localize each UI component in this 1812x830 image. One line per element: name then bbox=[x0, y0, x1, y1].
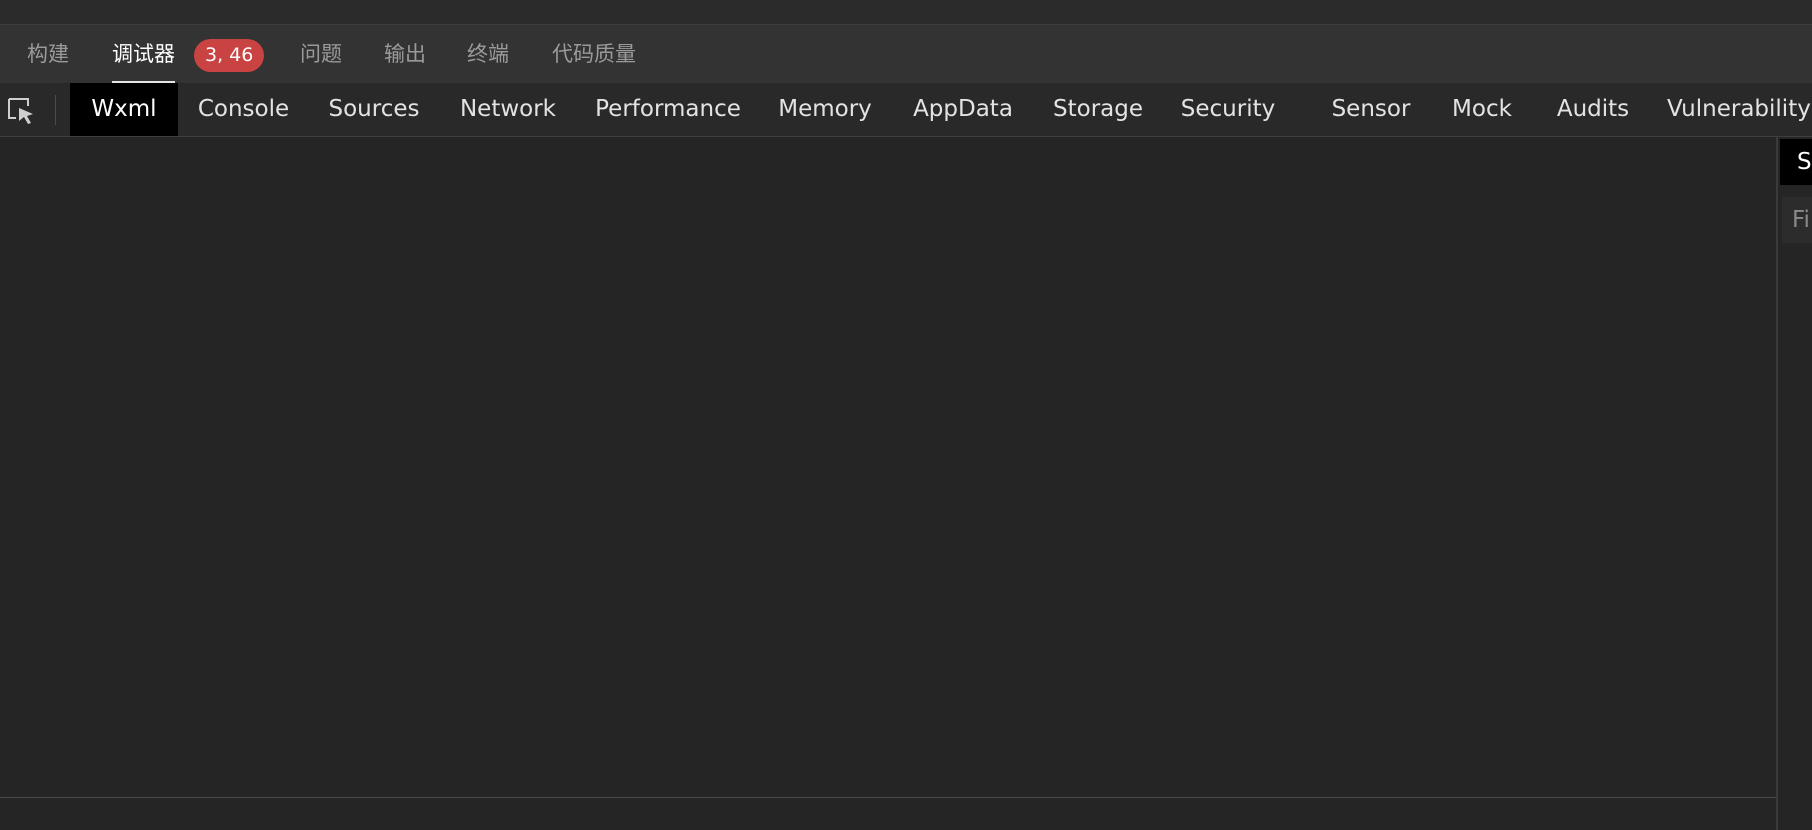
tab-network[interactable]: Network bbox=[455, 83, 561, 136]
wxml-panel bbox=[0, 137, 1776, 798]
tab-debugger[interactable]: 调试器 bbox=[112, 25, 175, 83]
tab-wxml[interactable]: Wxml bbox=[70, 83, 178, 136]
styles-side-pane: St Fi bbox=[1776, 137, 1812, 830]
panel-tab-bar: 构建 调试器 3, 46 问题 输出 终端 代码质量 bbox=[0, 25, 1812, 83]
tab-sources[interactable]: Sources bbox=[318, 83, 430, 136]
tab-code-quality[interactable]: 代码质量 bbox=[552, 25, 636, 83]
tab-sensor[interactable]: Sensor bbox=[1330, 83, 1412, 136]
tab-console[interactable]: Console bbox=[190, 83, 297, 136]
devtools-tab-bar: Wxml Console Sources Network Performance… bbox=[0, 83, 1812, 137]
tab-vulnerability[interactable]: Vulnerability bbox=[1667, 83, 1812, 136]
tab-storage[interactable]: Storage bbox=[1051, 83, 1145, 136]
tab-audits[interactable]: Audits bbox=[1554, 83, 1632, 136]
bottom-breadcrumb-bar bbox=[0, 798, 1776, 830]
tab-memory[interactable]: Memory bbox=[772, 83, 878, 136]
tab-mock[interactable]: Mock bbox=[1449, 83, 1515, 136]
tab-terminal[interactable]: 终端 bbox=[467, 25, 509, 83]
styles-filter-input[interactable]: Fi bbox=[1782, 197, 1812, 243]
tab-output[interactable]: 输出 bbox=[384, 25, 426, 83]
tab-security[interactable]: Security bbox=[1178, 83, 1278, 136]
tab-problems[interactable]: 问题 bbox=[300, 25, 342, 83]
title-strip bbox=[0, 0, 1812, 25]
tab-styles[interactable]: St bbox=[1780, 139, 1812, 185]
tab-build[interactable]: 构建 bbox=[27, 25, 69, 83]
inspect-element-icon[interactable] bbox=[6, 96, 36, 126]
tab-performance[interactable]: Performance bbox=[592, 83, 744, 136]
error-warning-count-badge: 3, 46 bbox=[194, 39, 265, 72]
devtools-window: 构建 调试器 3, 46 问题 输出 终端 代码质量 Wxml Console … bbox=[0, 0, 1812, 830]
toolbar-divider bbox=[55, 95, 56, 125]
tab-appdata[interactable]: AppData bbox=[909, 83, 1017, 136]
